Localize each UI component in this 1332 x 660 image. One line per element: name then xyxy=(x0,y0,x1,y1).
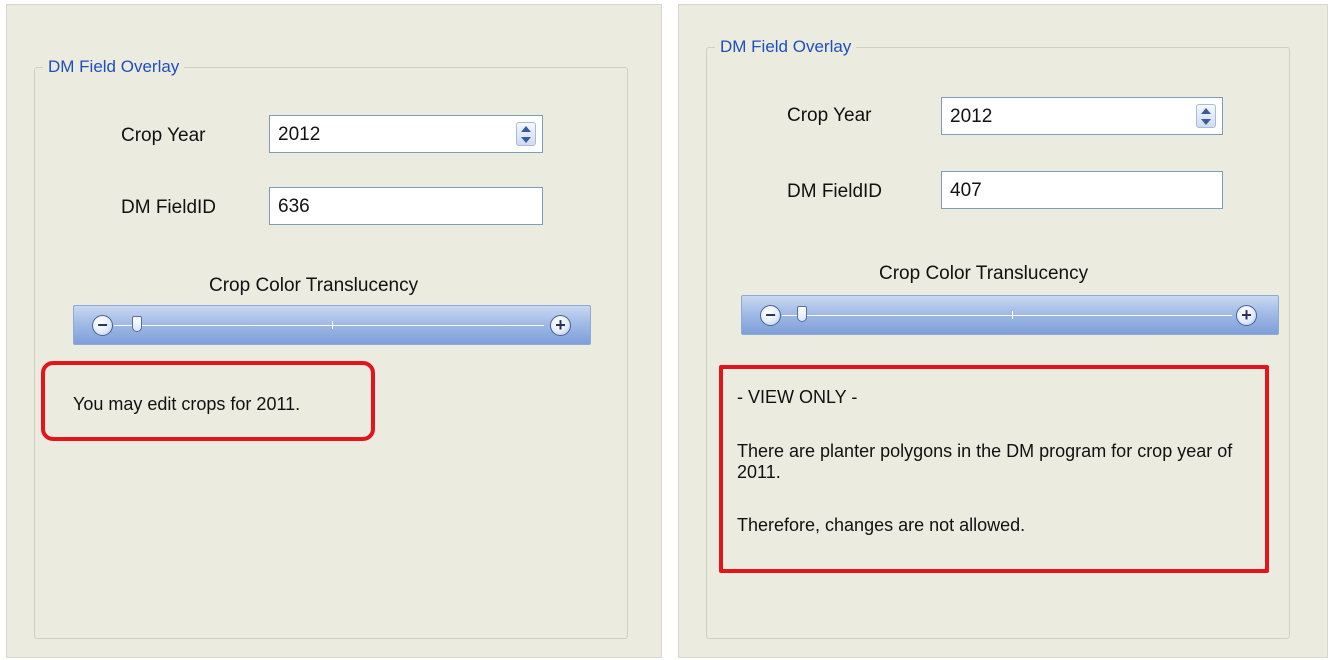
crop-year-spinner[interactable] xyxy=(516,122,536,146)
view-only-reason: There are planter polygons in the DM pro… xyxy=(737,441,1233,482)
spin-up-arrow-icon[interactable] xyxy=(1197,105,1215,116)
field-id-label: DM FieldID xyxy=(787,181,883,202)
field-id-input[interactable]: 407 xyxy=(941,171,1223,209)
crop-year-spinbox[interactable]: 2012 xyxy=(941,97,1223,135)
view-only-heading: - VIEW ONLY - xyxy=(737,387,858,407)
view-only-note: Therefore, changes are not allowed. xyxy=(737,515,1026,535)
crop-year-label: Crop Year xyxy=(787,105,872,126)
field-id-label: DM FieldID xyxy=(121,197,217,218)
slider-track xyxy=(782,315,1232,316)
crop-year-spinner[interactable] xyxy=(1196,104,1216,128)
slider-thumb[interactable] xyxy=(797,306,807,322)
crop-year-label: Crop Year xyxy=(121,125,206,146)
slider-center-tick xyxy=(1012,311,1013,319)
field-id-value: 407 xyxy=(950,180,982,201)
group-title: DM Field Overlay xyxy=(43,56,185,78)
edit-status-message: You may edit crops for 2011. xyxy=(73,394,301,414)
slider-center-tick xyxy=(332,321,333,329)
spin-down-arrow-icon[interactable] xyxy=(517,134,535,145)
translucency-slider[interactable]: − + xyxy=(741,295,1279,335)
dm-field-overlay-panel-left: DM Field Overlay Crop Year 2012 DM Field… xyxy=(6,4,662,658)
field-id-input[interactable]: 636 xyxy=(269,187,543,225)
dm-field-overlay-panel-right: DM Field Overlay Crop Year 2012 DM Field… xyxy=(678,4,1328,658)
translucency-label: Crop Color Translucency xyxy=(209,275,419,296)
view-only-message-box: - VIEW ONLY - There are planter polygons… xyxy=(719,365,1269,573)
spin-up-arrow-icon[interactable] xyxy=(517,123,535,134)
translucency-slider[interactable]: − + xyxy=(73,305,591,345)
slider-track xyxy=(114,325,544,326)
minus-icon[interactable]: − xyxy=(92,315,113,336)
crop-year-spinbox[interactable]: 2012 xyxy=(269,115,543,153)
field-id-value: 636 xyxy=(278,196,310,217)
plus-icon[interactable]: + xyxy=(550,315,571,336)
group-title: DM Field Overlay xyxy=(715,36,857,58)
plus-icon[interactable]: + xyxy=(1236,305,1257,326)
translucency-label: Crop Color Translucency xyxy=(879,263,1089,284)
minus-icon[interactable]: − xyxy=(760,305,781,326)
spin-down-arrow-icon[interactable] xyxy=(1197,116,1215,127)
crop-year-value: 2012 xyxy=(950,106,993,127)
edit-status-message-box: You may edit crops for 2011. xyxy=(41,361,375,441)
crop-year-value: 2012 xyxy=(278,124,321,145)
slider-thumb[interactable] xyxy=(132,316,142,332)
